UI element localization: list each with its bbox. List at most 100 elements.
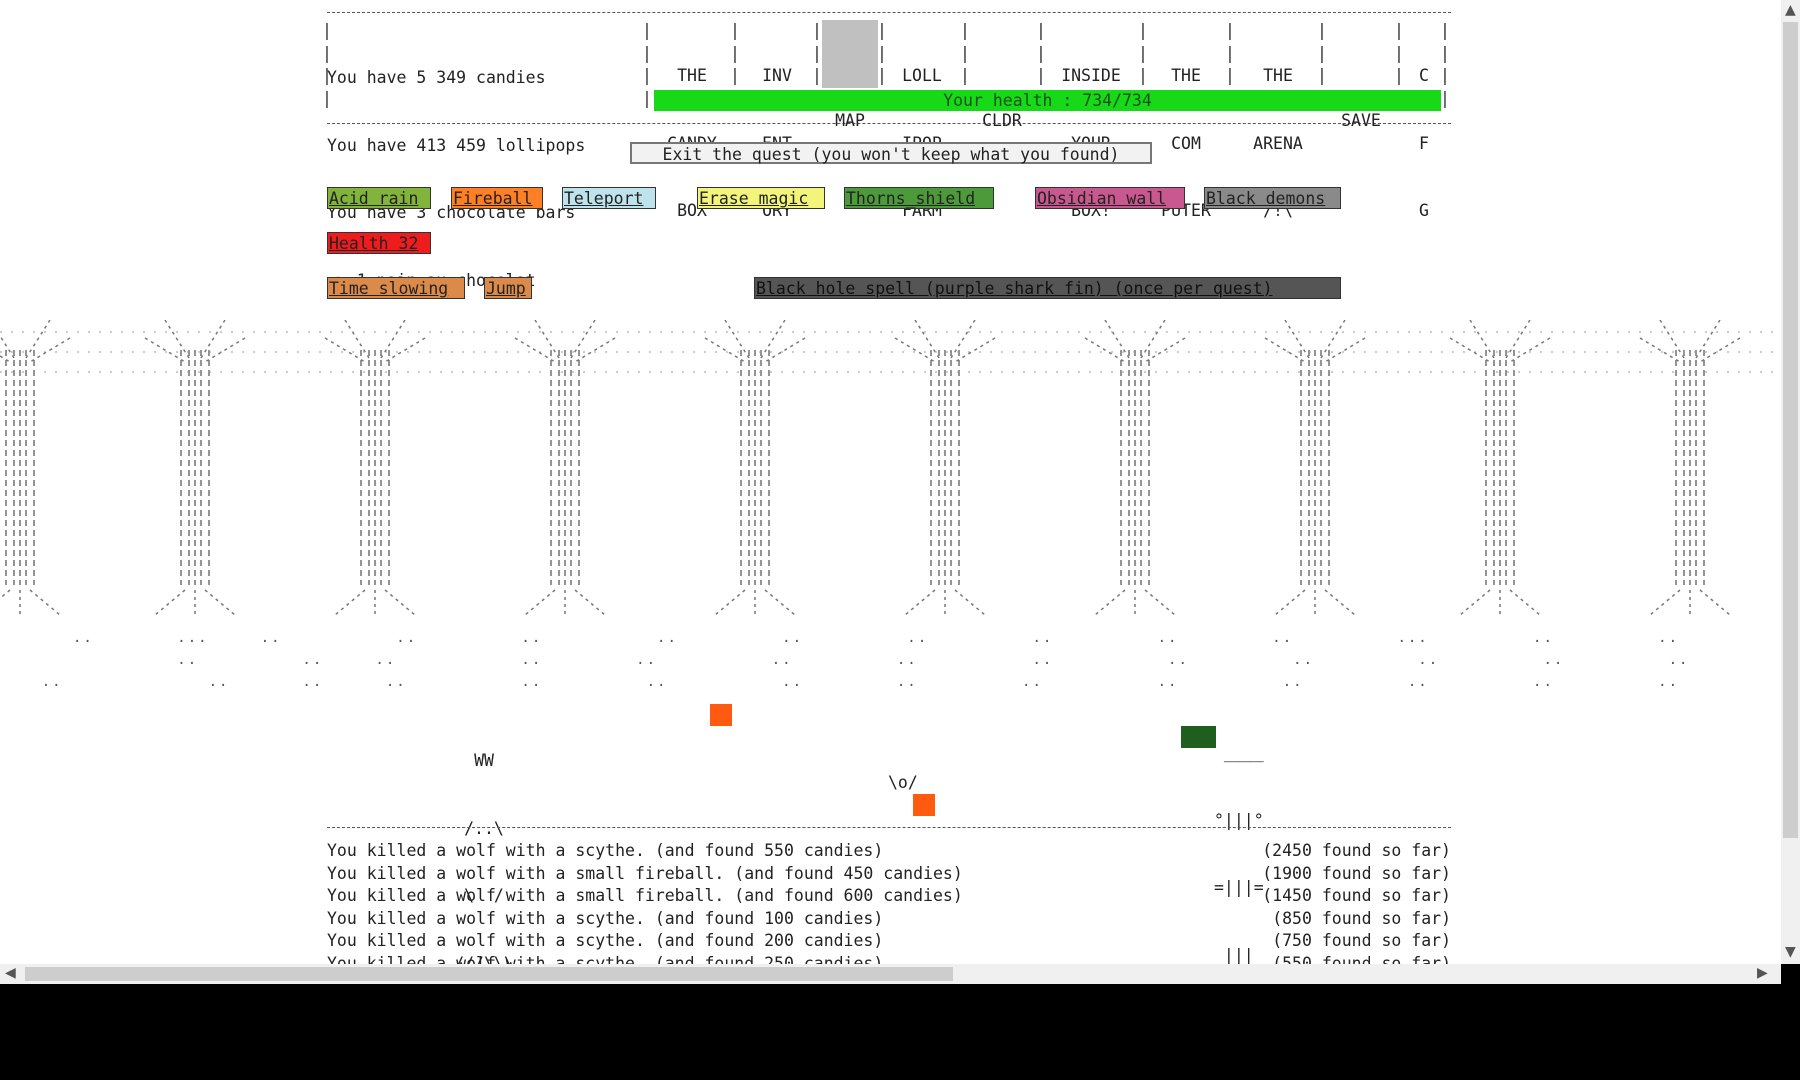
tree-root <box>0 589 11 600</box>
tree-root <box>1324 589 1356 616</box>
scroll-right-icon[interactable]: ▶ <box>1757 965 1768 981</box>
obsidian-wall-button[interactable]: Obsidian wall <box>1035 187 1185 209</box>
tab-lollipop-farm[interactable]: LOLL IPOP FARM <box>886 20 958 220</box>
tree-branch <box>954 337 996 363</box>
fireball-button[interactable]: Fireball <box>451 187 543 209</box>
tab-line: SAVE <box>1341 111 1381 130</box>
tree-branch <box>1264 337 1306 363</box>
log-row: You killed a wolf with a scythe. (and fo… <box>327 840 1451 863</box>
tab-line: ARENA <box>1253 133 1303 153</box>
scroll-down-icon[interactable]: ▼ <box>1785 944 1796 960</box>
exit-quest-button[interactable]: Exit the quest (you won't keep what you … <box>630 142 1152 164</box>
tree-branch <box>144 337 186 363</box>
log-row: You killed a wolf with a small fireball.… <box>327 863 1451 886</box>
frame-top-line <box>327 12 1451 14</box>
tab-cauldron[interactable]: CLDR <box>970 20 1034 130</box>
separator: | | | | <box>642 21 652 108</box>
black-hole-spell-button[interactable]: Black hole spell (purple shark fin) (onc… <box>754 277 1341 299</box>
tree <box>1264 320 1366 618</box>
tree-branch <box>514 337 556 363</box>
log-total: (2450 found so far) <box>1262 841 1451 860</box>
wolf-line: WW <box>474 751 494 770</box>
tree-branch <box>1084 337 1126 363</box>
tree-branch <box>764 337 806 363</box>
tree <box>704 320 806 618</box>
tab-candy-box[interactable]: THE CANDY BOX <box>652 20 732 220</box>
tab-line: THE <box>1171 66 1201 85</box>
tab-line: F <box>1419 133 1429 153</box>
candies-count: You have 5 349 candies <box>327 68 546 87</box>
vertical-scrollbar[interactable]: ▲ ▼ <box>1781 0 1800 964</box>
tab-config[interactable]: C F G <box>1406 20 1442 220</box>
log-text: You killed a wolf with a small fireball.… <box>327 886 963 905</box>
tree <box>0 320 71 618</box>
tree-root <box>154 589 186 616</box>
tree-root <box>954 589 986 616</box>
tree-root <box>1274 589 1306 616</box>
tree-branch <box>534 320 560 359</box>
time-slowing-button[interactable]: Time slowing <box>327 277 465 299</box>
tree-root <box>524 589 556 616</box>
tree-branch <box>950 320 976 359</box>
player-character: \o/ <box>888 773 918 792</box>
tree-branch <box>1469 320 1495 359</box>
tree-branch <box>29 337 71 363</box>
tree-branch <box>380 320 406 359</box>
quest-log: You killed a wolf with a scythe. (and fo… <box>327 840 1451 964</box>
tree-root <box>1459 589 1491 616</box>
tower-line: ____ <box>1214 743 1264 762</box>
ground-dots: .. .. .. .. .. .. .. .. .. .. .. .. .. .… <box>0 652 1781 668</box>
tree <box>1449 320 1551 618</box>
jump-button[interactable]: Jump <box>484 277 532 299</box>
tab-line: MAP <box>835 111 865 130</box>
tree-root <box>714 589 746 616</box>
scroll-left-icon[interactable]: ◀ <box>5 965 16 981</box>
tab-the-computer[interactable]: THE COM PUTER <box>1146 20 1226 220</box>
lollipops-count: You have 413 459 lollipops <box>327 135 586 155</box>
game-viewport: You have 5 349 candies You have 413 459 … <box>0 0 1781 964</box>
tree-branch <box>894 337 936 363</box>
tab-inside-your-box[interactable]: INSIDE YOUR BOX! <box>1046 20 1136 220</box>
tree-branch <box>574 337 616 363</box>
health-bar: Your health : 734/734 <box>654 90 1441 111</box>
tree-branch <box>1699 337 1741 363</box>
fireball-projectile <box>913 794 935 816</box>
log-text: You killed a wolf with a scythe. (and fo… <box>327 841 884 860</box>
thorns-shield-button[interactable]: Thorns_shield <box>844 187 994 209</box>
tab-inventory[interactable]: INV ENT ORY <box>741 20 813 220</box>
tree-root <box>384 589 416 616</box>
vertical-scroll-thumb[interactable] <box>1783 22 1798 838</box>
tab-the-arena[interactable]: THE ARENA /!\ <box>1234 20 1322 220</box>
tree <box>324 320 426 618</box>
black-demons-button[interactable]: Black demons <box>1204 187 1341 209</box>
tree-branch <box>1509 337 1551 363</box>
log-text: You killed a wolf with a scythe. (and fo… <box>327 953 884 965</box>
tree <box>514 320 616 618</box>
horizontal-scrollbar[interactable]: ◀ ▶ <box>0 964 1781 984</box>
tree-branch <box>1449 337 1491 363</box>
tree-root <box>204 589 236 616</box>
tab-map[interactable]: MAP <box>822 20 878 130</box>
tab-line: INV <box>762 66 792 85</box>
tree-root <box>904 589 936 616</box>
log-text: You killed a wolf with a small fireball.… <box>327 863 963 883</box>
fireball-projectile <box>710 704 732 726</box>
log-total: (550 found so far) <box>1272 953 1451 965</box>
horizontal-scroll-thumb[interactable] <box>25 967 953 981</box>
tree-branch <box>25 320 51 359</box>
log-total: (850 found so far) <box>1272 908 1451 928</box>
tab-line: COM <box>1171 133 1201 153</box>
tree-root <box>764 589 796 616</box>
erase-magic-button[interactable]: Erase magic <box>697 187 825 209</box>
teleport-button[interactable]: Teleport <box>562 187 656 209</box>
tree-branch <box>1639 337 1681 363</box>
ground-dots: .. ... .. .. .. .. .. .. .. .. .. ... ..… <box>0 630 1781 646</box>
tree-branch <box>1144 337 1186 363</box>
tab-save[interactable]: SAVE <box>1327 20 1395 130</box>
tab-line: G <box>1419 201 1429 220</box>
scroll-up-icon[interactable]: ▲ <box>1785 2 1796 18</box>
acid-rain-button[interactable]: Acid rain <box>327 187 431 209</box>
health-potion-button[interactable]: Health 32 <box>327 232 431 254</box>
tree-root <box>334 589 366 616</box>
tree-root <box>1699 589 1731 616</box>
